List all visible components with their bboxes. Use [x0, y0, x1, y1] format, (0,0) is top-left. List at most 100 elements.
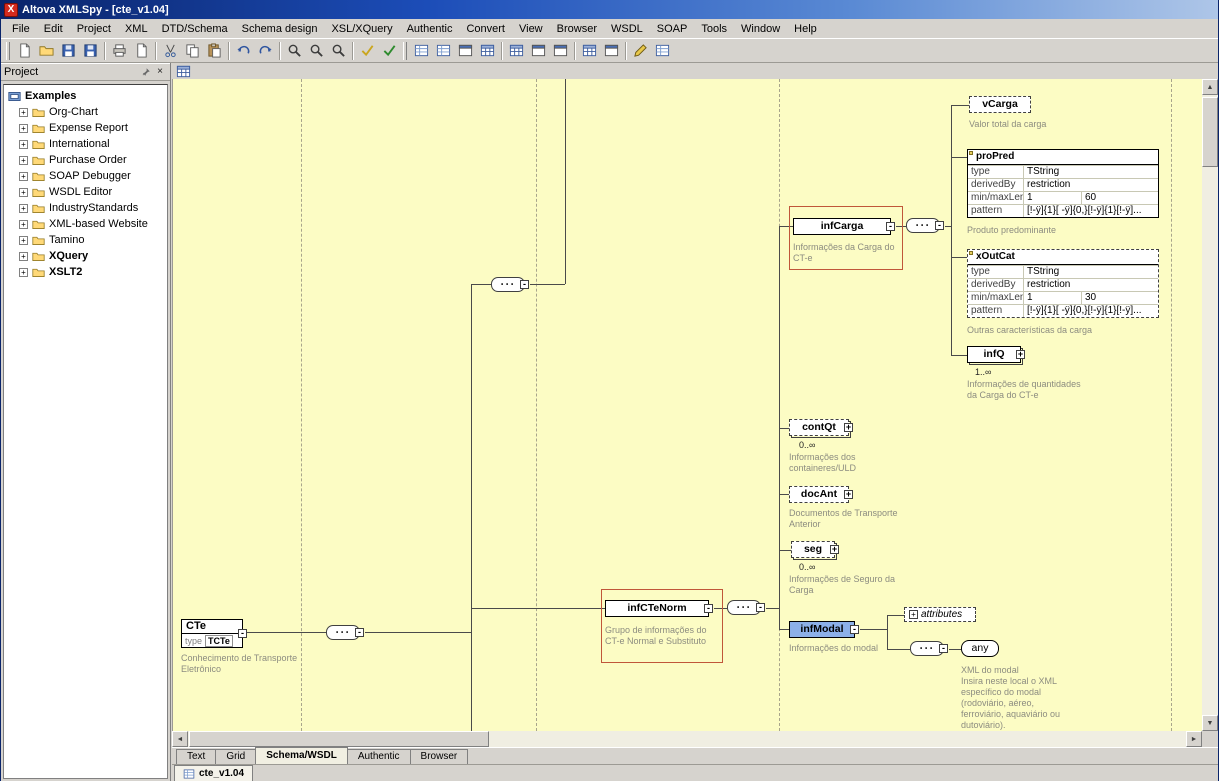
tree-item[interactable]: Org-Chart: [7, 104, 167, 120]
find-icon[interactable]: [283, 41, 305, 61]
view-tab[interactable]: Schema/WSDL: [255, 747, 348, 764]
element-propred[interactable]: proPred typeTString derivedByrestriction…: [967, 149, 1159, 218]
expand-toggle-icon[interactable]: [1016, 350, 1025, 359]
element-infcarga[interactable]: infCarga: [793, 218, 891, 235]
menu-item[interactable]: DTD/Schema: [155, 20, 235, 38]
edit-definition-icon[interactable]: [629, 41, 651, 61]
redo-icon[interactable]: [254, 41, 276, 61]
element-helper-icon[interactable]: [549, 41, 571, 61]
close-icon[interactable]: ×: [153, 66, 167, 79]
menu-item[interactable]: Convert: [459, 20, 512, 38]
expand-toggle-icon[interactable]: [844, 423, 853, 432]
tree-item[interactable]: SOAP Debugger: [7, 168, 167, 184]
replace-icon[interactable]: [327, 41, 349, 61]
element-cte[interactable]: CTe type TCTe: [181, 619, 243, 648]
tree-item[interactable]: WSDL Editor: [7, 184, 167, 200]
new-document-icon[interactable]: [13, 41, 35, 61]
schema-settings-icon[interactable]: [527, 41, 549, 61]
paste-icon[interactable]: [203, 41, 225, 61]
menu-item[interactable]: Tools: [694, 20, 734, 38]
sequence-compositor[interactable]: [491, 277, 525, 292]
save-all-icon[interactable]: [79, 41, 101, 61]
scroll-left-icon[interactable]: ◄: [172, 731, 188, 747]
expand-icon[interactable]: [19, 236, 28, 245]
view-tab[interactable]: Browser: [410, 749, 469, 764]
expand-icon[interactable]: [19, 188, 28, 197]
collapse-toggle-icon[interactable]: [886, 222, 895, 231]
expand-icon[interactable]: [19, 108, 28, 117]
open-file-icon[interactable]: [35, 41, 57, 61]
menu-item[interactable]: WSDL: [604, 20, 650, 38]
element-infctenorm[interactable]: infCTeNorm: [605, 600, 709, 617]
view-tab[interactable]: Text: [176, 749, 216, 764]
element-seg[interactable]: seg: [791, 541, 835, 558]
expand-icon[interactable]: [19, 204, 28, 213]
scroll-right-icon[interactable]: ►: [1186, 731, 1202, 747]
toolbar-grip[interactable]: [403, 42, 407, 60]
file-tab[interactable]: cte_v1.04: [174, 765, 253, 781]
expand-toggle-icon[interactable]: [909, 610, 918, 619]
menu-item[interactable]: Authentic: [400, 20, 460, 38]
menu-item[interactable]: Browser: [550, 20, 604, 38]
expand-all-icon[interactable]: [454, 41, 476, 61]
undo-icon[interactable]: [232, 41, 254, 61]
print-icon[interactable]: [108, 41, 130, 61]
collapse-toggle-icon[interactable]: [355, 628, 364, 637]
save-file-icon[interactable]: [57, 41, 79, 61]
scroll-up-icon[interactable]: ▲: [1202, 79, 1218, 95]
expand-icon[interactable]: [19, 124, 28, 133]
cut-icon[interactable]: [159, 41, 181, 61]
print-preview-icon[interactable]: [130, 41, 152, 61]
element-vcarga[interactable]: vCarga: [969, 96, 1031, 113]
schema-display-icon[interactable]: [174, 64, 192, 79]
sequence-compositor[interactable]: [910, 641, 944, 656]
validate-icon[interactable]: [378, 41, 400, 61]
grid-view-icon[interactable]: [505, 41, 527, 61]
tree-item[interactable]: Expense Report: [7, 120, 167, 136]
expand-icon[interactable]: [19, 220, 28, 229]
element-docant[interactable]: docAnt: [789, 486, 849, 503]
menu-item[interactable]: Project: [70, 20, 118, 38]
menu-item[interactable]: SOAP: [650, 20, 695, 38]
collapse-toggle-icon[interactable]: [756, 603, 765, 612]
element-any[interactable]: any: [961, 640, 999, 657]
expand-toggle-icon[interactable]: [830, 545, 839, 554]
check-well-formed-icon[interactable]: [356, 41, 378, 61]
sequence-compositor[interactable]: [727, 600, 761, 615]
expand-icon[interactable]: [19, 252, 28, 261]
horizontal-scrollbar[interactable]: ◄ ►: [172, 731, 1202, 747]
go-to-definition-icon[interactable]: [432, 41, 454, 61]
tree-item[interactable]: XSLT2: [7, 264, 167, 280]
pin-icon[interactable]: [139, 66, 153, 79]
toolbar-grip[interactable]: [6, 42, 10, 60]
element-contqt[interactable]: contQt: [789, 419, 849, 436]
attribute-helper-icon[interactable]: [578, 41, 600, 61]
menu-item[interactable]: XSL/XQuery: [324, 20, 399, 38]
collapse-toggle-icon[interactable]: [939, 644, 948, 653]
sequence-compositor[interactable]: [906, 218, 940, 233]
collapse-toggle-icon[interactable]: [520, 280, 529, 289]
tree-item[interactable]: Tamino: [7, 232, 167, 248]
menu-item[interactable]: XML: [118, 20, 155, 38]
collapse-all-icon[interactable]: [476, 41, 498, 61]
components-window-icon[interactable]: [600, 41, 622, 61]
element-xoutcat[interactable]: xOutCat typeTString derivedByrestriction…: [967, 249, 1159, 318]
scroll-down-icon[interactable]: ▼: [1202, 715, 1218, 731]
collapse-toggle-icon[interactable]: [238, 629, 247, 638]
view-tab[interactable]: Grid: [215, 749, 256, 764]
database-query-icon[interactable]: [651, 41, 673, 61]
collapse-toggle-icon[interactable]: [935, 221, 944, 230]
expand-icon[interactable]: [19, 140, 28, 149]
tree-item[interactable]: International: [7, 136, 167, 152]
expand-icon[interactable]: [19, 268, 28, 277]
expand-icon[interactable]: [19, 156, 28, 165]
menu-item[interactable]: Edit: [37, 20, 70, 38]
tree-item[interactable]: XQuery: [7, 248, 167, 264]
menu-item[interactable]: Help: [787, 20, 824, 38]
tree-root-examples[interactable]: Examples: [7, 88, 167, 104]
assign-schema-icon[interactable]: [410, 41, 432, 61]
menu-item[interactable]: View: [512, 20, 550, 38]
collapse-toggle-icon[interactable]: [850, 625, 859, 634]
element-infq[interactable]: infQ: [967, 346, 1021, 363]
view-tab[interactable]: Authentic: [347, 749, 411, 764]
